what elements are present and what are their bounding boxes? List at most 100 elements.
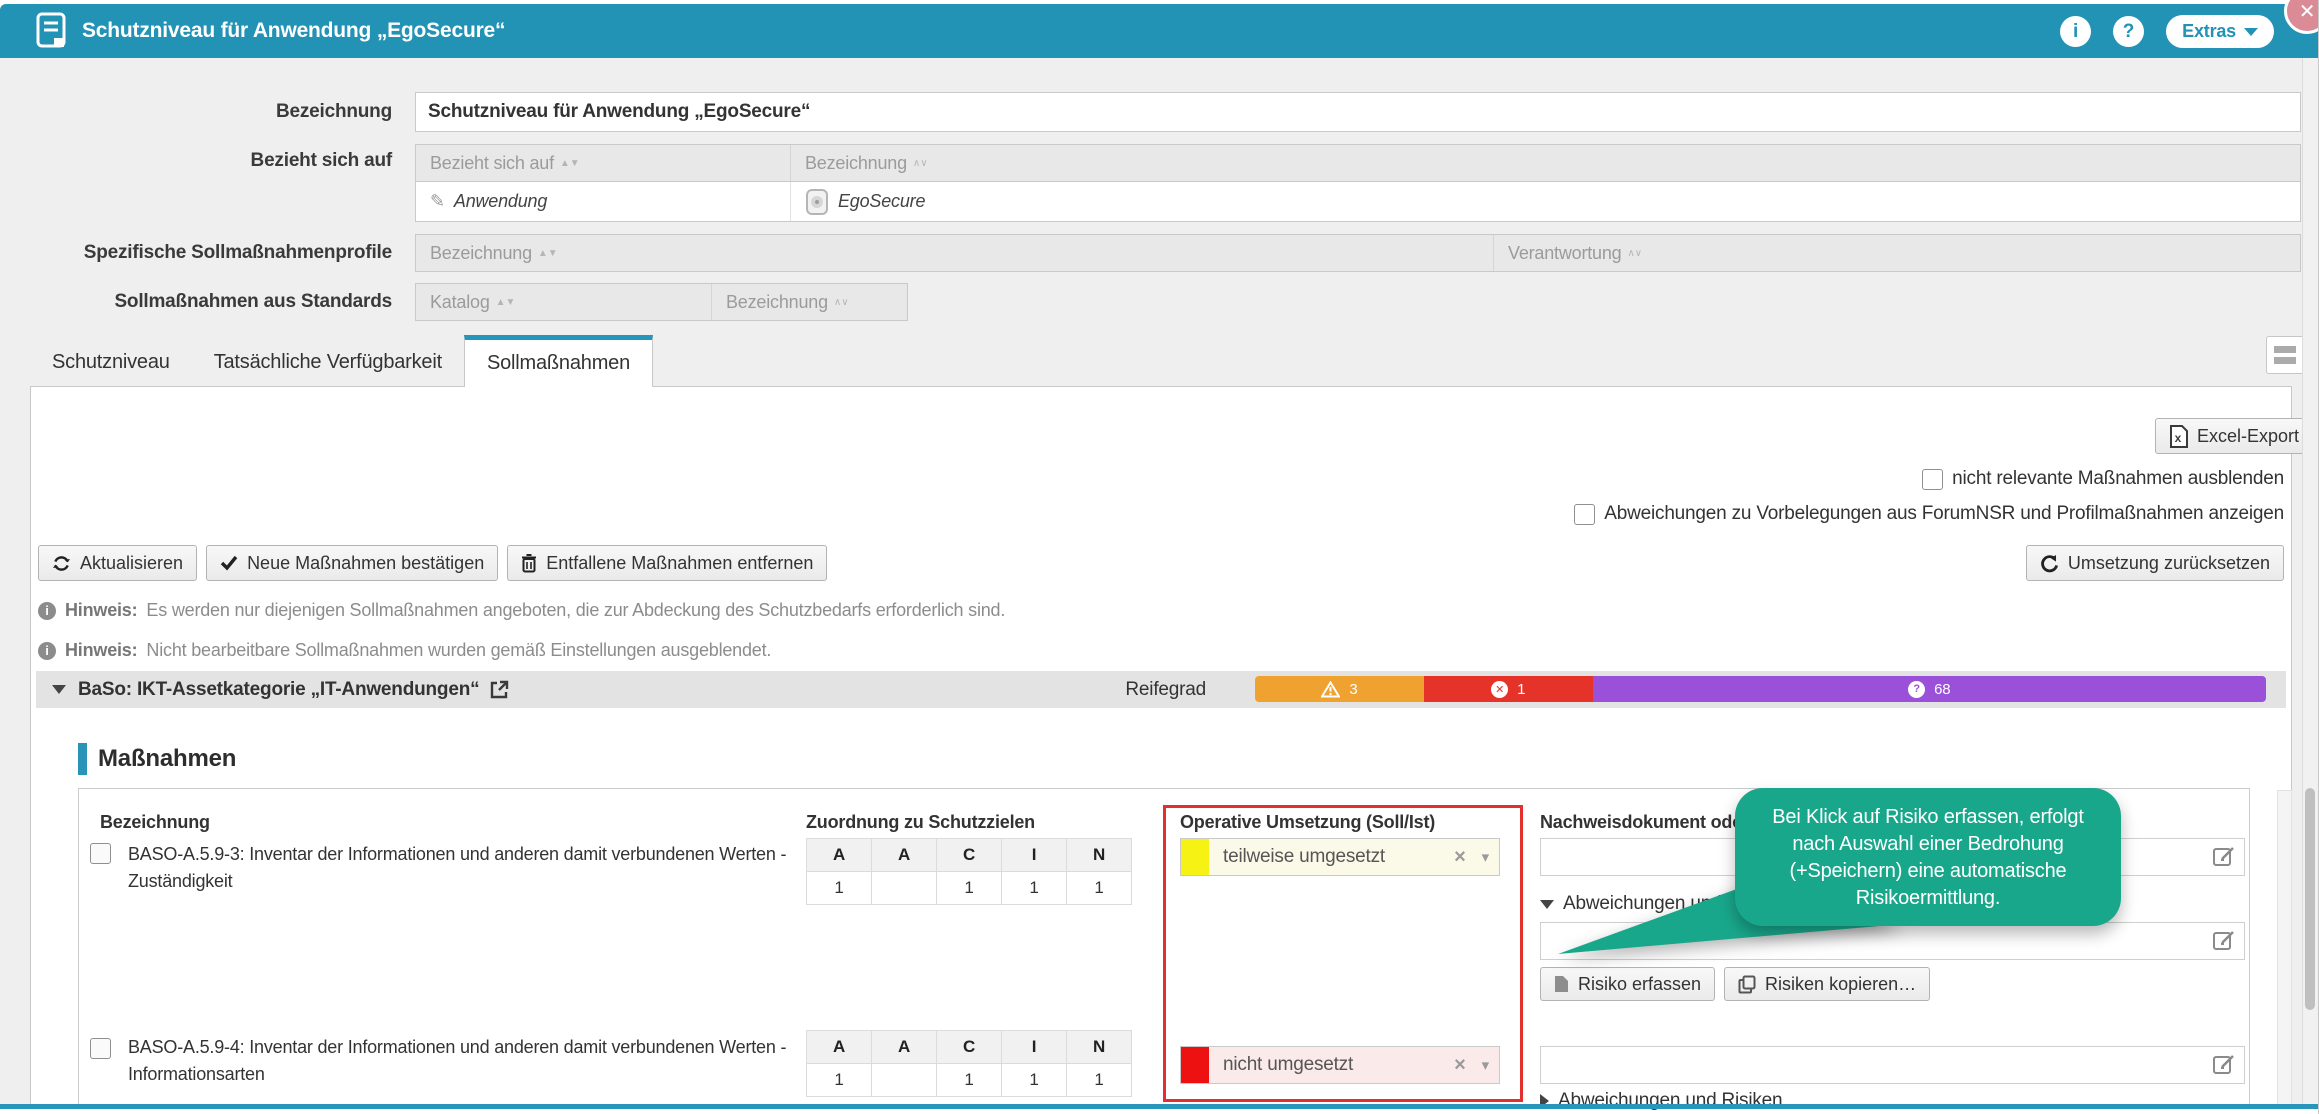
help-icon[interactable]: ? xyxy=(2113,16,2144,47)
tab-sollmassnahmen[interactable]: Sollmaßnahmen xyxy=(464,335,653,387)
profile-table-header: Bezeichnung▲▼ Verantwortung∧∨ xyxy=(415,234,2301,272)
collapse-icon[interactable] xyxy=(52,685,66,694)
risiko-erfassen-button[interactable]: Risiko erfassen xyxy=(1540,967,1715,1001)
measure-title: BASO-A.5.9-3: Inventar der Informationen… xyxy=(128,841,800,895)
standards-label: Sollmaßnahmen aus Standards xyxy=(32,291,392,313)
sort-icon[interactable]: ▲▼ xyxy=(496,297,516,308)
bezieht-table-row[interactable]: ✎ Anwendung EgoSecure xyxy=(415,182,2301,222)
reifegrad-segment-error[interactable]: ✕ 1 xyxy=(1424,676,1593,702)
tooltip-bubble: Bei Klick auf Risiko erfassen, erfolgt n… xyxy=(1735,788,2121,926)
abweichung-input[interactable] xyxy=(1540,922,2245,960)
sort-icon[interactable]: ▲▼ xyxy=(560,158,580,169)
status-color-swatch xyxy=(1181,839,1209,875)
edit-icon[interactable] xyxy=(2212,1053,2236,1077)
reset-icon xyxy=(2040,554,2059,573)
list-view-button[interactable] xyxy=(2266,336,2304,374)
baso-accordion-header[interactable]: BaSo: IKT-Assetkategorie „IT-Anwendungen… xyxy=(36,671,2286,708)
show-deviations-label: Abweichungen zu Vorbelegungen aus ForumN… xyxy=(1604,503,2284,525)
hide-irrelevant-label: nicht relevante Maßnahmen ausblenden xyxy=(1952,468,2284,490)
inner-scrollbar-track[interactable] xyxy=(2277,790,2292,1106)
reset-implementation-button[interactable]: Umsetzung zurücksetzen xyxy=(2026,545,2284,581)
col-header-umsetzung: Operative Umsetzung (Soll/Ist) xyxy=(1180,812,1435,833)
clear-icon[interactable]: × xyxy=(1454,846,1465,869)
window-bottom-border xyxy=(0,1104,2319,1109)
question-circle-icon: ? xyxy=(1908,681,1925,698)
column-header[interactable]: Katalog▲▼ xyxy=(416,284,712,320)
reifegrad-segment-warning[interactable]: 3 xyxy=(1255,676,1424,702)
application-icon xyxy=(805,188,829,216)
warning-triangle-icon xyxy=(1321,681,1340,698)
chevron-down-icon[interactable]: ▾ xyxy=(1482,848,1489,866)
status-color-swatch xyxy=(1181,1047,1209,1083)
refresh-icon xyxy=(52,554,71,573)
sort-icon[interactable]: ∧∨ xyxy=(834,297,849,308)
edit-icon[interactable] xyxy=(2212,929,2236,953)
column-header[interactable]: Bezeichnung∧∨ xyxy=(791,145,2300,181)
column-header[interactable]: Verantwortung∧∨ xyxy=(1494,235,2300,271)
row-checkbox[interactable] xyxy=(90,1038,111,1059)
chevron-down-icon[interactable]: ▾ xyxy=(1482,1056,1489,1074)
bezieht-table-header: Bezieht sich auf▲▼ Bezeichnung∧∨ xyxy=(415,144,2301,182)
confirm-new-measures-button[interactable]: Neue Maßnahmen bestätigen xyxy=(206,545,498,581)
clear-icon[interactable]: × xyxy=(1454,1054,1465,1077)
info-icon: i xyxy=(38,602,56,620)
excel-icon: x xyxy=(2169,425,2188,448)
external-link-icon[interactable] xyxy=(489,679,510,700)
reifegrad-label: Reifegrad xyxy=(1125,679,1206,701)
column-header[interactable]: Bezeichnung∧∨ xyxy=(712,284,907,320)
excel-export-button[interactable]: x Excel-Export xyxy=(2155,418,2313,454)
scrollbar-thumb[interactable] xyxy=(2305,788,2315,1010)
sort-icon[interactable]: ▲▼ xyxy=(538,248,558,259)
status-dropdown[interactable]: teilweise umgesetzt × ▾ xyxy=(1180,838,1500,876)
x-circle-icon: ✕ xyxy=(1491,681,1508,698)
relation-type: Anwendung xyxy=(454,191,547,212)
pencil-icon: ✎ xyxy=(430,191,445,212)
application-name: EgoSecure xyxy=(838,191,925,212)
collapse-icon xyxy=(1540,900,1554,909)
scrollbar-track[interactable] xyxy=(2302,58,2317,1105)
edit-icon[interactable] xyxy=(2212,845,2236,869)
col-header-zuordnung: Zuordnung zu Schutzzielen xyxy=(806,812,1035,833)
app-window: Schutzniveau für Anwendung „EgoSecure“ i… xyxy=(0,0,2319,1114)
standards-table-header: Katalog▲▼ Bezeichnung∧∨ xyxy=(415,283,908,321)
goals-table: AACIN 1111 xyxy=(806,1030,1132,1097)
sort-icon[interactable]: ∧∨ xyxy=(913,158,928,169)
bezeichnung-label: Bezeichnung xyxy=(32,101,392,123)
sort-icon[interactable]: ∧∨ xyxy=(1627,248,1642,259)
sollmassnahmenprofile-label: Spezifische Sollmaßnahmenprofile xyxy=(32,242,392,264)
row-checkbox[interactable] xyxy=(90,843,111,864)
extras-label: Extras xyxy=(2182,21,2236,42)
show-deviations-checkbox[interactable] xyxy=(1574,504,1595,525)
bezieht-sich-auf-label: Bezieht sich auf xyxy=(32,150,392,172)
extras-button[interactable]: Extras xyxy=(2166,15,2274,48)
document-icon xyxy=(1554,975,1569,993)
trash-icon xyxy=(521,554,537,573)
reifegrad-bar: 3 ✕ 1 ? 68 xyxy=(1255,676,2266,702)
section-title: Maßnahmen xyxy=(98,745,236,773)
remove-dropped-measures-button[interactable]: Entfallene Maßnahmen entfernen xyxy=(507,545,827,581)
col-header-bezeichnung: Bezeichnung xyxy=(100,812,210,833)
column-header[interactable]: Bezieht sich auf▲▼ xyxy=(416,145,791,181)
titlebar: Schutzniveau für Anwendung „EgoSecure“ i… xyxy=(0,4,2319,58)
goals-table: AACIN 1111 xyxy=(806,838,1132,905)
info-icon[interactable]: i xyxy=(2060,16,2091,47)
reifegrad-segment-open[interactable]: ? 68 xyxy=(1593,676,2266,702)
risiken-kopieren-button[interactable]: Risiken kopieren… xyxy=(1724,967,1930,1001)
nachweis-input[interactable] xyxy=(1540,1046,2245,1084)
tab-schutzniveau[interactable]: Schutzniveau xyxy=(30,337,192,387)
hint-1: i Hinweis:Es werden nur diejenigen Sollm… xyxy=(38,600,1005,621)
bezeichnung-input[interactable]: Schutzniveau für Anwendung „EgoSecure“ xyxy=(415,92,2301,132)
hide-irrelevant-checkbox[interactable] xyxy=(1922,469,1943,490)
column-header[interactable]: Bezeichnung▲▼ xyxy=(416,235,1494,271)
svg-text:x: x xyxy=(2175,431,2182,445)
info-icon: i xyxy=(38,642,56,660)
tab-tatsaechliche-verfuegbarkeit[interactable]: Tatsächliche Verfügbarkeit xyxy=(192,337,464,387)
chevron-down-icon xyxy=(2244,28,2258,36)
page-title: Schutzniveau für Anwendung „EgoSecure“ xyxy=(82,19,505,43)
document-icon xyxy=(36,12,68,50)
status-dropdown[interactable]: nicht umgesetzt × ▾ xyxy=(1180,1046,1500,1084)
copy-icon xyxy=(1738,975,1756,994)
refresh-button[interactable]: Aktualisieren xyxy=(38,545,197,581)
section-accent-bar xyxy=(78,743,87,775)
measure-title: BASO-A.5.9-4: Inventar der Informationen… xyxy=(128,1034,800,1088)
